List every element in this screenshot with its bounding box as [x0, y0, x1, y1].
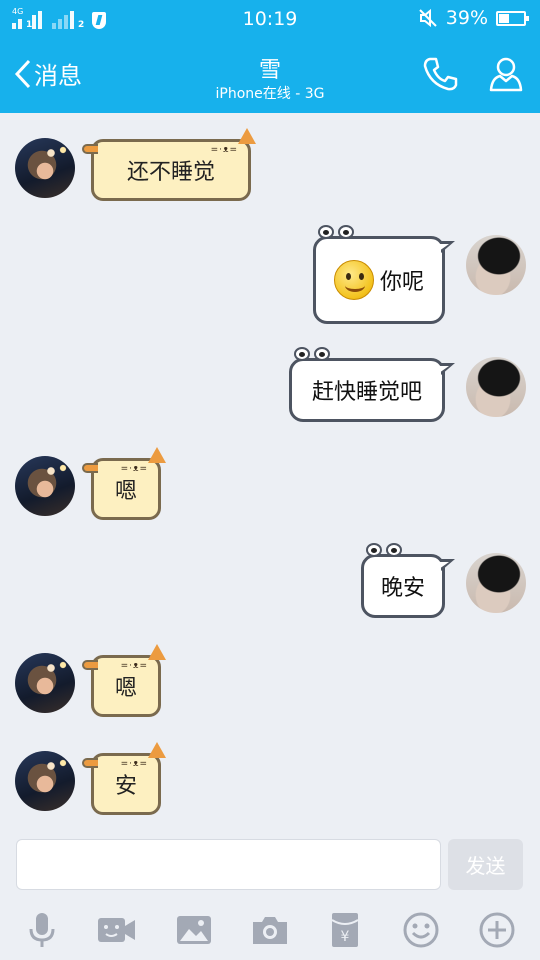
message-bubble-me[interactable]: 你呢 [313, 225, 455, 324]
bubble-tail [439, 241, 455, 253]
phone-icon[interactable] [420, 54, 460, 94]
message-input[interactable] [16, 839, 441, 890]
svg-text:¥: ¥ [341, 929, 350, 945]
message-bubble-me[interactable]: 晚安 [361, 543, 455, 618]
mute-icon [419, 8, 437, 28]
cat-face-decoration: =·ᴥ= [210, 145, 238, 155]
peer-avatar[interactable] [15, 138, 75, 198]
message-text: 你呢 [379, 270, 424, 295]
cat-face-decoration: =·ᴥ= [120, 661, 148, 671]
red-packet-icon[interactable]: ¥ [325, 910, 365, 950]
message-bubble-peer[interactable]: =·ᴥ= 嗯 [82, 644, 166, 717]
cat-ear-decoration [148, 447, 166, 463]
send-button[interactable]: 发送 [448, 839, 523, 890]
cat-ear-decoration [148, 644, 166, 660]
video-icon[interactable] [96, 910, 136, 950]
bubble-tail [439, 363, 455, 375]
eyes-decoration [318, 225, 354, 239]
emoji-icon[interactable] [401, 910, 441, 950]
cat-face-decoration: =·ᴥ= [120, 759, 148, 769]
eyes-decoration [294, 347, 330, 361]
message-text: 嗯 [114, 479, 137, 504]
image-icon[interactable] [174, 910, 214, 950]
status-right: 39% [418, 7, 529, 29]
input-toolbar: ¥ [0, 900, 540, 960]
eyes-decoration [366, 543, 402, 557]
camera-icon[interactable] [250, 910, 290, 950]
message-bubble-peer[interactable]: =·ᴥ= 安 [82, 742, 166, 815]
message-text: 赶快睡觉吧 [311, 380, 422, 405]
message-text: 安 [114, 774, 137, 799]
battery-fill [499, 13, 510, 23]
cat-tail-decoration [82, 463, 98, 473]
cat-tail-decoration [82, 660, 98, 670]
cat-ear-decoration [238, 128, 256, 144]
cat-face-decoration: =·ᴥ= [120, 464, 148, 474]
my-avatar[interactable] [466, 235, 526, 295]
smiley-emoji-icon [333, 260, 374, 300]
cat-tail-decoration [82, 144, 98, 154]
message-bubble-me[interactable]: 赶快睡觉吧 [289, 347, 455, 422]
peer-avatar[interactable] [15, 751, 75, 811]
battery-percent: 39% [445, 7, 488, 29]
message-text: 嗯 [114, 676, 137, 701]
mic-icon[interactable] [22, 910, 62, 950]
message-text: 晚安 [380, 576, 425, 601]
cat-ear-decoration [148, 742, 166, 758]
plus-icon[interactable] [477, 910, 517, 950]
cat-tail-decoration [82, 758, 98, 768]
my-avatar[interactable] [466, 553, 526, 613]
message-bubble-peer[interactable]: =·ᴥ= 嗯 [82, 447, 166, 520]
peer-avatar[interactable] [15, 653, 75, 713]
my-avatar[interactable] [466, 357, 526, 417]
status-bar: 4G 1 2 10:19 39% [0, 0, 540, 38]
bubble-tail [439, 559, 455, 571]
message-bubble-peer[interactable]: =·ᴥ= 还不睡觉 [82, 128, 256, 201]
chat-header: 消息 雪 iPhone在线 - 3G [0, 38, 540, 113]
contact-profile-icon[interactable] [486, 54, 526, 94]
battery-icon [496, 10, 529, 26]
message-text: 还不睡觉 [126, 160, 215, 185]
peer-avatar[interactable] [15, 456, 75, 516]
